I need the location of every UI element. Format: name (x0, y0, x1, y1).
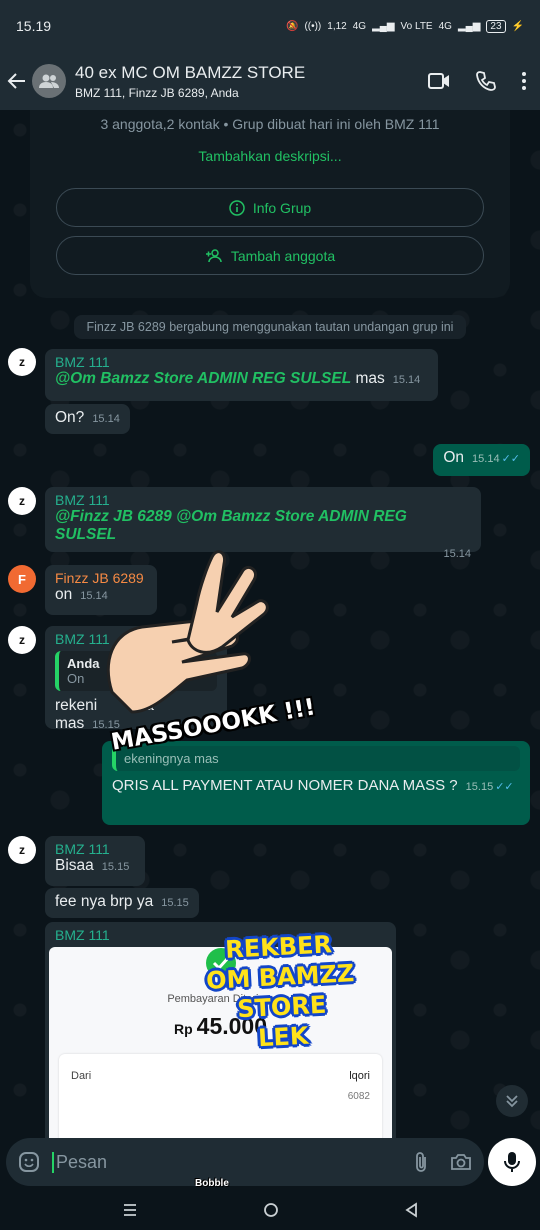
recent-apps-icon[interactable] (122, 1203, 138, 1217)
message-bubble[interactable]: BMZ 111 @Om Bamzz Store ADMIN REG SULSEL… (45, 349, 438, 401)
battery-icon: 23 (486, 19, 506, 33)
signal-icon-2: ▂▄▆ (457, 20, 481, 32)
outgoing-message-bubble[interactable]: On 15.14 ✓✓ (433, 444, 530, 476)
add-member-button[interactable]: Tambah anggota (56, 236, 484, 275)
system-message: Finzz JB 6289 bergabung menggunakan taut… (74, 315, 466, 339)
voice-record-button[interactable] (488, 1138, 536, 1186)
hotspot-icon: ((•)) (304, 20, 322, 32)
chat-header: 40 ex MC OM BAMZZ STORE BMZ 111, Finzz J… (0, 52, 540, 110)
quote-text: ekeningnya mas (124, 751, 219, 766)
home-icon[interactable] (263, 1202, 279, 1218)
rekber-sticker: REKBER OM BAMZZ STORE LEK (205, 930, 355, 1053)
avatar[interactable]: z (8, 626, 36, 654)
status-time: 15.19 (16, 18, 52, 34)
attach-icon[interactable] (414, 1151, 428, 1173)
group-members-summary: 3 anggota,2 kontak • Grup dibuat hari in… (100, 116, 440, 132)
signal-icon: ▂▄▆ (372, 20, 395, 32)
double-chevron-down-icon (506, 1095, 518, 1108)
group-avatar[interactable] (32, 64, 66, 98)
add-member-label: Tambah anggota (230, 247, 336, 264)
info-group-label: Info Grup (252, 199, 312, 216)
mention-link[interactable]: @Finzz JB 6289 @Om Bamzz Store ADMIN REG… (55, 508, 407, 543)
message-time: 15.14 (392, 374, 421, 386)
outgoing-message-bubble[interactable]: ekeningnya mas QRIS ALL PAYMENT ATAU NOM… (102, 741, 530, 825)
message-input-bar[interactable]: Pesan (6, 1138, 484, 1186)
message-time: 15.15 (161, 897, 189, 909)
message-text: On? (55, 409, 85, 426)
message-time: 15.15 (101, 861, 130, 873)
sender-name-partial: lqori (349, 1070, 370, 1082)
quoted-message[interactable]: ekeningnya mas (112, 746, 520, 771)
group-members: BMZ 111, Finzz JB 6289, Anda (75, 85, 239, 100)
status-icons: 🔕 ((•)) 1,12 4G ▂▄▆ Vo LTE 4G ▂▄▆ 23 ⚡ (285, 19, 524, 33)
message-sender: BMZ 111 (55, 492, 110, 508)
avatar[interactable]: z (8, 487, 36, 515)
avatar[interactable]: z (8, 348, 36, 376)
payment-detail-card: Dari lqori 6082 (59, 1054, 382, 1138)
message-time: 15.14 (472, 453, 500, 465)
mute-icon: 🔕 (285, 20, 299, 32)
message-bubble[interactable]: fee nya brp ya 15.15 (45, 888, 199, 918)
group-name: 40 ex MC OM BAMZZ STORE (75, 62, 306, 82)
read-ticks-icon: ✓✓ (501, 453, 520, 465)
camera-icon[interactable] (450, 1153, 472, 1171)
avatar[interactable]: F (8, 565, 36, 593)
group-icon (39, 74, 59, 88)
scroll-to-bottom-button[interactable] (496, 1085, 528, 1117)
keyboard-brand-label: Bobble (195, 1178, 229, 1189)
message-text: On (443, 449, 465, 466)
avatar[interactable]: z (8, 836, 36, 864)
message-text: on (55, 586, 73, 603)
add-person-icon (205, 248, 222, 262)
read-ticks-icon: ✓✓ (495, 781, 514, 793)
system-nav-bar (0, 1190, 540, 1230)
from-label: Dari (71, 1070, 92, 1082)
header-title-block[interactable]: 40 ex MC OM BAMZZ STORE BMZ 111, Finzz J… (75, 63, 305, 100)
message-text: fee nya brp ya (55, 893, 154, 910)
emoji-icon[interactable] (18, 1151, 40, 1173)
info-group-button[interactable]: Info Grup (56, 188, 484, 227)
message-input[interactable]: Pesan (52, 1151, 107, 1173)
message-time: 15.14 (92, 413, 120, 425)
arrow-left-icon (7, 73, 25, 89)
mention-link[interactable]: @Om Bamzz Store ADMIN REG SULSEL (55, 370, 351, 387)
add-description-link[interactable]: Tambahkan deskripsi... (30, 148, 510, 164)
status-bar: 15.19 🔕 ((•)) 1,12 4G ▂▄▆ Vo LTE 4G ▂▄▆ … (0, 0, 540, 52)
message-text: QRIS ALL PAYMENT ATAU NOMER DANA MASS ? (112, 777, 458, 794)
sender-number-partial: 6082 (347, 1091, 370, 1102)
hand-sticker-image (106, 550, 269, 714)
message-bubble[interactable]: BMZ 111 Bisaa 15.15 (45, 836, 145, 886)
info-icon (229, 199, 245, 216)
message-sender: BMZ 111 (55, 354, 110, 370)
network-type: 4G (352, 20, 367, 32)
message-sender: BMZ 111 (55, 841, 110, 857)
network-type-2: 4G (438, 20, 452, 32)
back-button[interactable] (2, 71, 32, 91)
message-time: 15.15 (465, 781, 494, 793)
net-speed: 1,12 (327, 20, 347, 32)
back-nav-icon[interactable] (404, 1202, 418, 1218)
message-text: mas (351, 370, 385, 387)
more-options-icon[interactable] (522, 72, 526, 90)
group-info-card: 3 anggota,2 kontak • Grup dibuat hari in… (30, 110, 510, 298)
message-bubble[interactable]: On? 15.14 (45, 404, 130, 434)
volte-label: Vo LTE (400, 20, 433, 32)
message-text: Bisaa (55, 857, 94, 874)
message-text: rekeni (55, 697, 98, 714)
charging-icon: ⚡ (511, 20, 524, 32)
video-call-icon[interactable] (428, 73, 450, 89)
microphone-icon (504, 1152, 520, 1172)
message-time: 15.14 (443, 548, 471, 560)
phone-call-icon[interactable] (476, 71, 496, 91)
